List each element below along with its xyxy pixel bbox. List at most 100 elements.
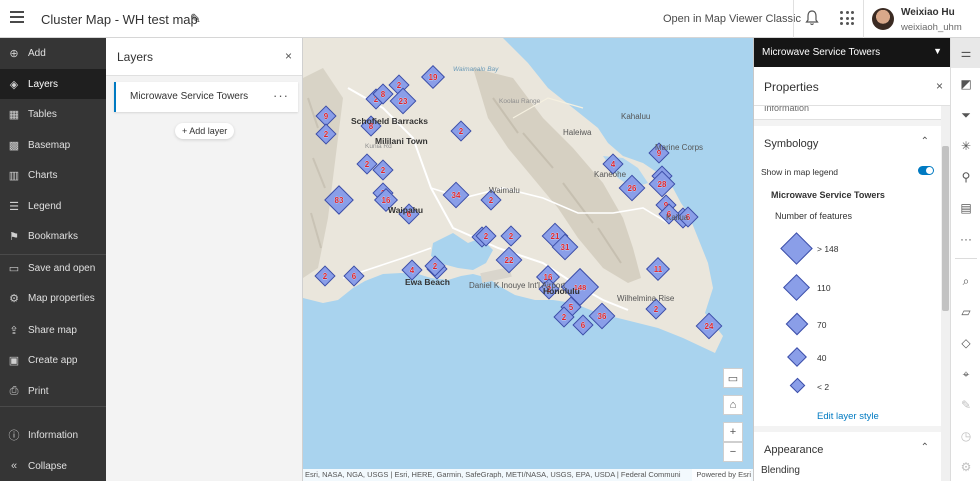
place-label: Waimalu xyxy=(489,186,520,195)
place-label: Marine Corps xyxy=(655,143,704,152)
cluster-count: 34 xyxy=(452,191,461,200)
nav-item-tables[interactable]: ▦ Tables xyxy=(0,99,106,129)
screen-icon[interactable]: ▭ xyxy=(723,368,743,388)
nav-item-label: Share map xyxy=(28,324,77,336)
layer-selector[interactable]: Microwave Service Towers ▼ xyxy=(754,38,950,67)
properties-panel: Microwave Service Towers ▼ Properties × … xyxy=(753,38,950,481)
cluster-count: 31 xyxy=(561,243,570,252)
cluster-symbol[interactable]: 6 xyxy=(572,314,594,336)
nav-item-bookmarks[interactable]: ⚑ Bookmarks xyxy=(0,221,106,251)
scrollbar[interactable] xyxy=(941,106,950,481)
powered-by[interactable]: Powered by Esri xyxy=(692,469,751,481)
close-icon[interactable]: × xyxy=(936,79,943,93)
place-label: Kaneohe xyxy=(594,170,627,179)
zoom-in-button[interactable]: + xyxy=(723,422,743,442)
styles-icon[interactable]: ◩ xyxy=(951,69,980,99)
fields-icon[interactable]: ▤ xyxy=(951,193,980,223)
add-layer-button[interactable]: + Add layer xyxy=(175,123,235,139)
header-divider xyxy=(793,0,794,38)
cluster-count: 2 xyxy=(381,166,386,175)
share-icon: ⇪ xyxy=(9,324,19,337)
cluster-count: 8 xyxy=(381,90,386,99)
section-title[interactable]: Appearance xyxy=(764,444,823,456)
nav-item-label: Information xyxy=(28,429,79,441)
show-in-legend-toggle[interactable] xyxy=(918,166,934,175)
measure-icon[interactable]: ▱ xyxy=(951,297,980,327)
avatar[interactable] xyxy=(872,8,894,30)
information-section-header[interactable]: Information xyxy=(754,106,941,120)
history-icon[interactable]: ◷ xyxy=(951,421,980,451)
basemap-icon: ▩ xyxy=(8,139,20,152)
selected-layer-name: Microwave Service Towers xyxy=(762,47,881,58)
close-icon[interactable]: × xyxy=(285,49,292,63)
search-icon[interactable]: ⌕ xyxy=(951,266,980,296)
menu-icon[interactable] xyxy=(10,11,24,25)
bell-icon[interactable] xyxy=(804,9,820,27)
place-label: Daniel K Inouye Int'l Airport xyxy=(469,281,566,290)
sketch-icon[interactable]: ◇ xyxy=(951,328,980,358)
location-icon[interactable]: ⌖ xyxy=(951,359,980,389)
cluster-count: 6 xyxy=(581,321,586,330)
properties-icon[interactable]: ⚌ xyxy=(951,38,980,68)
diamond-icon xyxy=(789,377,806,394)
filter-icon[interactable]: ⏷ xyxy=(951,100,980,130)
effects-icon[interactable]: ✳ xyxy=(951,131,980,161)
map-attribution: Esri, NASA, NGA, USGS | Esri, HERE, Garm… xyxy=(303,469,753,481)
pop-ups-icon[interactable]: ⚲ xyxy=(951,162,980,192)
place-label: Haleiwa xyxy=(563,128,592,137)
chevron-up-icon[interactable]: ⌃ xyxy=(921,442,929,453)
user-name[interactable]: Weixiao Hu xyxy=(901,7,955,18)
legend-row: > 148 xyxy=(754,229,941,269)
nav-item-add[interactable]: ⊕ Add xyxy=(0,38,106,68)
legend-row: 110 xyxy=(754,272,941,306)
gear-icon: ⚙ xyxy=(9,292,19,305)
nav-item-print[interactable]: ⎙ Print xyxy=(0,376,106,406)
nav-item-basemap[interactable]: ▩ Basemap xyxy=(0,130,106,160)
place-label: Wilhelmina Rise xyxy=(617,294,675,303)
cluster-count: 24 xyxy=(705,322,714,331)
nav-item-charts[interactable]: ▥ Charts xyxy=(0,160,106,190)
layer-item[interactable]: Microwave Service Towers ··· xyxy=(114,82,298,112)
diamond-icon xyxy=(787,347,807,367)
place-label: Kahaluu xyxy=(621,112,651,121)
more-icon[interactable]: ··· xyxy=(951,224,980,254)
more-options-icon[interactable]: ··· xyxy=(273,88,289,103)
cluster-count: 9 xyxy=(324,112,329,121)
place-label: Schofield Barracks xyxy=(351,116,429,126)
section-title[interactable]: Symbology xyxy=(764,138,818,150)
nav-item-map-properties[interactable]: ⚙ Map properties xyxy=(0,283,106,313)
map-view[interactable]: 1922823982222383166342422242221314922692… xyxy=(303,38,753,481)
appearance-section: Appearance ⌃ Blending xyxy=(754,432,941,481)
nav-item-collapse[interactable]: « Collapse xyxy=(0,451,106,481)
nav-item-legend[interactable]: ☰ Legend xyxy=(0,191,106,221)
pencil-icon[interactable]: ✎ xyxy=(190,11,201,27)
user-handle[interactable]: weixiaoh_uhm xyxy=(901,22,962,33)
edit-layer-style-link[interactable]: Edit layer style xyxy=(817,411,879,422)
zoom-out-button[interactable]: − xyxy=(723,442,743,462)
properties-content[interactable]: Information Symbology ⌃ Show in map lege… xyxy=(754,106,941,481)
cluster-count: 21 xyxy=(551,232,560,241)
home-icon[interactable]: ⌂ xyxy=(723,395,743,415)
nav-item-share-map[interactable]: ⇪ Share map xyxy=(0,315,106,345)
place-label: Waipahu xyxy=(388,205,424,215)
app-launcher-icon[interactable] xyxy=(840,11,854,25)
nav-item-layers[interactable]: ◈ Layers xyxy=(0,69,106,99)
nav-item-create-app[interactable]: ▣ Create app xyxy=(0,345,106,375)
layers-panel: Layers × Microwave Service Towers ··· + … xyxy=(106,38,303,481)
chevron-up-icon[interactable]: ⌃ xyxy=(921,136,929,147)
number-of-features-label: Number of features xyxy=(775,211,853,221)
scrollbar-thumb[interactable] xyxy=(942,146,949,311)
legend-row: 40 xyxy=(754,344,941,372)
open-classic-link[interactable]: Open in Map Viewer Classic xyxy=(663,13,801,25)
nav-item-label: Create app xyxy=(28,354,78,366)
edit-icon[interactable]: ✎ xyxy=(951,390,980,420)
legend-row: 70 xyxy=(754,310,941,340)
diamond-icon xyxy=(783,274,810,301)
nav-item-information[interactable]: ⓘ Information xyxy=(0,420,106,450)
app-icon: ▣ xyxy=(8,354,20,367)
nav-item-save-and-open[interactable]: ▭ Save and open xyxy=(0,253,106,283)
print-icon: ⎙ xyxy=(9,384,19,397)
cluster-count: 19 xyxy=(429,73,438,82)
cluster-count: 16 xyxy=(382,196,391,205)
settings-icon[interactable]: ⚙ xyxy=(951,452,980,481)
